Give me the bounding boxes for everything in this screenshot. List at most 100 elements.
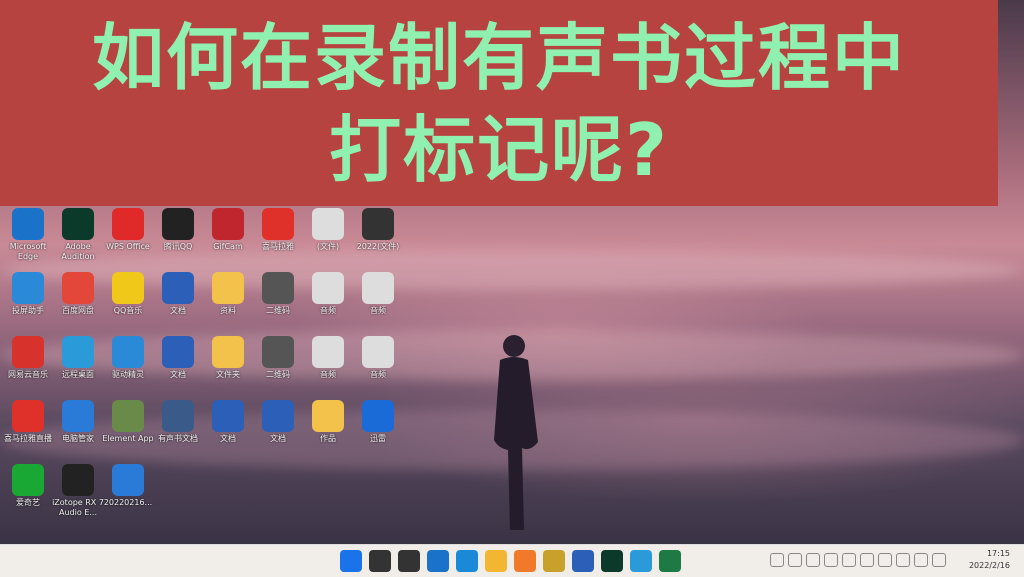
desktop-shortcut[interactable]: 音频 xyxy=(300,270,356,334)
desktop-shortcut-label: 迅雷 xyxy=(370,434,386,443)
wifi-icon[interactable] xyxy=(896,553,910,567)
desktop-shortcut-label: 百度网盘 xyxy=(62,306,94,315)
taskbar: 17:15 2022/2/16 xyxy=(0,544,1024,577)
task-view-icon[interactable] xyxy=(398,550,420,572)
word-doc-icon xyxy=(262,400,294,432)
desktop-shortcut-label: 爱奇艺 xyxy=(16,498,40,507)
element-icon xyxy=(112,400,144,432)
remote-icon[interactable] xyxy=(630,550,652,572)
desktop-shortcut[interactable]: 喜马拉雅直播 xyxy=(0,398,56,462)
widgets-icon[interactable] xyxy=(427,550,449,572)
desktop-shortcut-label: 文件夹 xyxy=(216,370,240,379)
desktop-shortcut[interactable]: 爱奇艺 xyxy=(0,462,56,526)
desktop-shortcut[interactable]: 迅雷 xyxy=(350,398,406,462)
desktop-shortcut-label: 文档 xyxy=(220,434,236,443)
chevron-up-icon[interactable] xyxy=(770,553,784,567)
desktop-shortcut[interactable]: Element App xyxy=(100,398,156,462)
desktop-shortcut-label: 20220216... xyxy=(103,498,153,507)
desktop-shortcut[interactable]: 文档 xyxy=(250,398,306,462)
desktop-shortcut[interactable]: 音频 xyxy=(300,334,356,398)
desktop-shortcut[interactable]: 资料 xyxy=(200,270,256,334)
izotope-icon[interactable] xyxy=(543,550,565,572)
video-file-icon xyxy=(112,464,144,496)
edge-icon xyxy=(12,208,44,240)
desktop-shortcut[interactable]: 百度网盘 xyxy=(50,270,106,334)
qq-icon[interactable] xyxy=(824,553,838,567)
folder-icon xyxy=(212,272,244,304)
driver-icon xyxy=(112,336,144,368)
folder-icon xyxy=(312,400,344,432)
desktop-shortcut-label: 文档 xyxy=(170,306,186,315)
desktop-shortcut-label: 喜马拉雅 xyxy=(262,242,294,251)
browser-icon[interactable] xyxy=(514,550,536,572)
search-icon[interactable] xyxy=(369,550,391,572)
desktop-shortcut-label: 电脑管家 xyxy=(62,434,94,443)
desktop-shortcut[interactable]: 20220216... xyxy=(100,462,156,526)
desktop-shortcut[interactable]: 音频 xyxy=(350,334,406,398)
desktop-shortcut[interactable]: 文档 xyxy=(150,270,206,334)
volume-icon[interactable] xyxy=(860,553,874,567)
audio-file-icon xyxy=(312,272,344,304)
banner-title-line1: 如何在录制有声书过程中 xyxy=(91,16,906,100)
desktop-shortcut[interactable]: 有声书文档 xyxy=(150,398,206,462)
desktop-shortcut[interactable]: Microsoft Edge xyxy=(0,206,56,270)
desktop-shortcut-label: 音频 xyxy=(370,370,386,379)
desktop-shortcut[interactable]: 电脑管家 xyxy=(50,398,106,462)
app-icon xyxy=(212,208,244,240)
app-icon[interactable] xyxy=(878,553,892,567)
desktop-shortcut[interactable]: 腾讯QQ xyxy=(150,206,206,270)
clock-date: 2022/2/16 xyxy=(968,561,1010,570)
desktop-shortcut[interactable]: 二维码 xyxy=(250,334,306,398)
desktop-shortcut-label: 文档 xyxy=(270,434,286,443)
desktop-shortcut[interactable]: 文件夹 xyxy=(200,334,256,398)
desktop-shortcut[interactable]: 驱动精灵 xyxy=(100,334,156,398)
music-icon xyxy=(112,272,144,304)
desktop-shortcut[interactable]: 作品 xyxy=(300,398,356,462)
desktop-shortcut[interactable]: 二维码 xyxy=(250,270,306,334)
speaker-icon[interactable] xyxy=(914,553,928,567)
word-icon[interactable] xyxy=(572,550,594,572)
mic-icon[interactable] xyxy=(842,553,856,567)
folder-icon xyxy=(212,336,244,368)
desktop-shortcut[interactable]: (文件) xyxy=(300,206,356,270)
explorer-icon[interactable] xyxy=(485,550,507,572)
audition-icon[interactable] xyxy=(601,550,623,572)
desktop-shortcut[interactable]: 文档 xyxy=(200,398,256,462)
desktop-shortcut[interactable]: WPS Office xyxy=(100,206,156,270)
video-file-icon xyxy=(362,208,394,240)
desktop-shortcut-label: 音频 xyxy=(320,370,336,379)
windows-start-icon[interactable] xyxy=(340,550,362,572)
taskbar-clock[interactable]: 17:15 2022/2/16 xyxy=(950,548,1010,572)
qr-icon xyxy=(262,336,294,368)
desktop-shortcut[interactable]: iZotope RX 7 Audio E... xyxy=(50,462,106,526)
desktop-shortcut[interactable]: GifCam xyxy=(200,206,256,270)
desktop-shortcut[interactable]: 喜马拉雅 xyxy=(250,206,306,270)
desktop-shortcut[interactable]: 网易云音乐 xyxy=(0,334,56,398)
excel-icon[interactable] xyxy=(659,550,681,572)
word-doc-icon xyxy=(162,272,194,304)
qq-icon xyxy=(162,208,194,240)
desktop-shortcut[interactable]: 投屏助手 xyxy=(0,270,56,334)
battery-icon[interactable] xyxy=(932,553,946,567)
desktop-shortcut[interactable]: 2022(文件) xyxy=(350,206,406,270)
shield-icon[interactable] xyxy=(806,553,820,567)
desktop-shortcut-label: Microsoft Edge xyxy=(9,242,47,261)
desktop-shortcut[interactable]: QQ音乐 xyxy=(100,270,156,334)
desktop-shortcut[interactable]: 远程桌面 xyxy=(50,334,106,398)
thunder-icon xyxy=(362,400,394,432)
audio-file-icon xyxy=(312,336,344,368)
edge-icon[interactable] xyxy=(456,550,478,572)
desktop-shortcut-label: 驱动精灵 xyxy=(112,370,144,379)
desktop-shortcut[interactable]: 文档 xyxy=(150,334,206,398)
desktop-shortcut[interactable]: 音频 xyxy=(350,270,406,334)
banner-title-line2: 打标记呢? xyxy=(329,108,669,192)
network-icon[interactable] xyxy=(788,553,802,567)
izotope-icon xyxy=(62,464,94,496)
doc-icon xyxy=(162,400,194,432)
desktop-shortcut-label: 音频 xyxy=(320,306,336,315)
desktop-shortcut[interactable]: Adobe Audition xyxy=(50,206,106,270)
audio-file-icon xyxy=(362,336,394,368)
desktop-shortcut-label: Element App xyxy=(102,434,154,443)
cast-icon xyxy=(12,272,44,304)
desktop-shortcut-label: Adobe Audition xyxy=(61,242,95,261)
